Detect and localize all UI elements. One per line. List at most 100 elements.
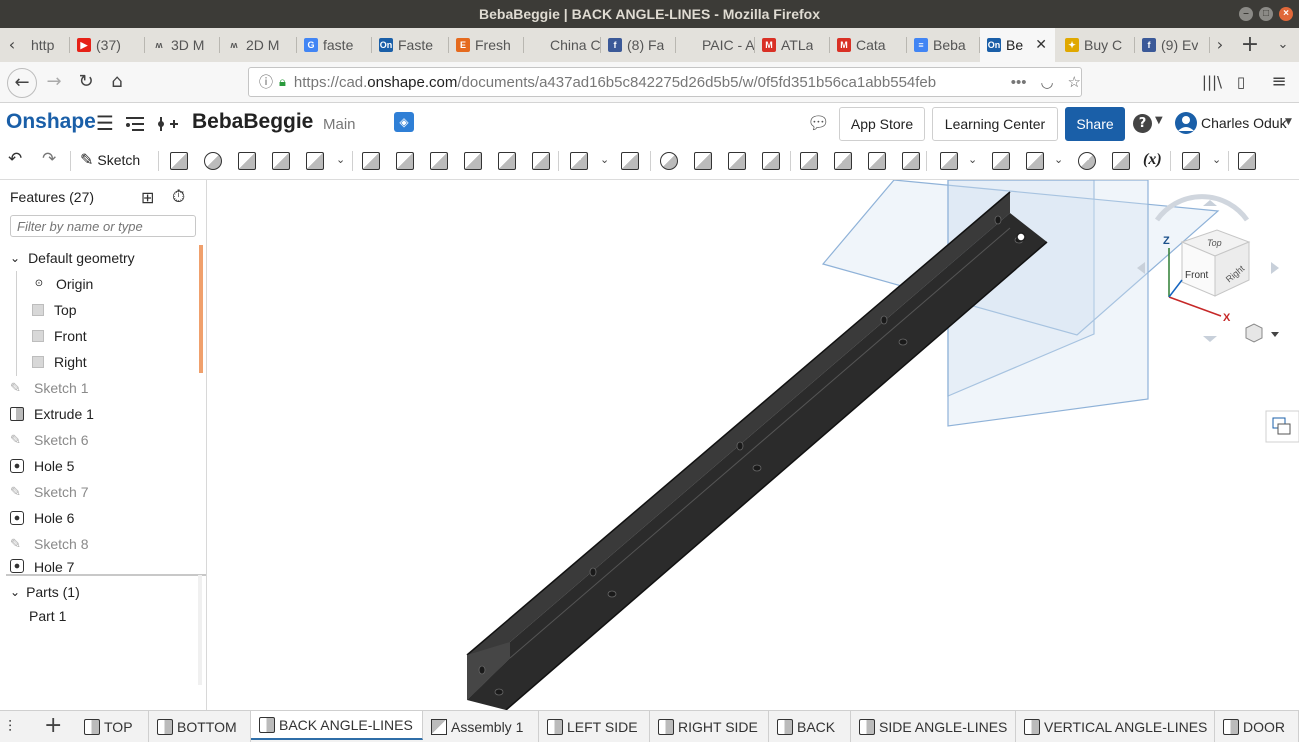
browser-tab[interactable]: PAIC - Au <box>676 28 755 62</box>
add-folder-icon[interactable]: ⊞ <box>141 188 154 207</box>
branch-name[interactable]: Main <box>323 116 356 133</box>
element-tab-back-angle-lines[interactable]: BACK ANGLE-LINES <box>251 711 423 740</box>
configuration-icon[interactable] <box>1182 152 1200 170</box>
element-tab-top[interactable]: TOP <box>76 711 149 742</box>
fillet-icon[interactable] <box>362 152 380 170</box>
element-tab-side-angle-lines[interactable]: SIDE ANGLE-LINES <box>851 711 1016 742</box>
feature-item-sketch-8[interactable]: ✎ Sketch 8 <box>0 531 210 557</box>
minimize-icon[interactable]: – <box>1239 7 1253 21</box>
help-chevron-icon[interactable]: ▼ <box>1155 115 1163 126</box>
tabs-scroll-right-icon[interactable]: › <box>1208 32 1232 58</box>
browser-tab[interactable]: f (9) Ev <box>1135 28 1210 62</box>
part-item[interactable]: Part 1 <box>0 603 229 629</box>
feature-item-hole-7[interactable]: Hole 7 <box>0 557 210 575</box>
tab-manager-icon[interactable]: ⫶ <box>8 717 12 737</box>
add-element-icon[interactable]: + <box>44 713 62 738</box>
user-chevron-icon[interactable]: ▼ <box>1285 117 1292 127</box>
learning-icon[interactable]: ◈ <box>394 112 414 132</box>
element-tab-left-side[interactable]: LEFT SIDE <box>539 711 650 742</box>
rotate-right-icon[interactable] <box>1271 262 1279 274</box>
right-plane[interactable] <box>947 180 1149 427</box>
boolean-icon[interactable] <box>660 152 678 170</box>
revolve-icon[interactable] <box>204 152 222 170</box>
browser-tab[interactable]: M ATLa <box>755 28 830 62</box>
move-face-icon[interactable] <box>868 152 886 170</box>
feature-item-hole-5[interactable]: Hole 5 <box>0 453 210 479</box>
tabs-scroll-left-icon[interactable]: ‹ <box>0 32 24 58</box>
thicken-icon[interactable] <box>306 152 324 170</box>
feature-item-hole-6[interactable]: Hole 6 <box>0 505 210 531</box>
browser-tab[interactable]: On Faste <box>372 28 449 62</box>
transform-icon[interactable] <box>728 152 746 170</box>
onshape-logo[interactable]: Onshape <box>6 110 96 134</box>
browser-tab[interactable]: Gfaste <box>297 28 372 62</box>
library-icon[interactable]: |||\ <box>1199 69 1225 95</box>
rib-icon[interactable] <box>464 152 482 170</box>
share-button[interactable]: Share <box>1065 107 1125 141</box>
browser-tab[interactable]: E Fresh <box>449 28 524 62</box>
sketch-button[interactable]: ✎ Sketch <box>80 150 140 169</box>
forward-icon[interactable]: → <box>41 69 67 95</box>
rotate-up-icon[interactable] <box>1203 200 1217 206</box>
browser-tab[interactable]: ʍ 3D M <box>145 28 220 62</box>
browser-tab[interactable]: f (8) Fa <box>601 28 676 62</box>
mate-connector-icon[interactable] <box>1112 152 1130 170</box>
view-options-chevron-icon[interactable] <box>1271 332 1279 337</box>
variable-icon[interactable]: (x) <box>1143 151 1162 169</box>
help-icon[interactable]: ? <box>1133 114 1152 133</box>
close-tab-icon[interactable]: ✕ <box>1035 36 1047 53</box>
back-icon[interactable]: ← <box>7 68 37 98</box>
element-tab-vertical-angle-lines[interactable]: VERTICAL ANGLE-LINES <box>1016 711 1215 742</box>
browser-tab[interactable]: ʍ 2D M <box>220 28 297 62</box>
browser-tab[interactable]: http <box>24 28 70 62</box>
browser-tab[interactable]: On Be ✕ <box>980 28 1055 62</box>
add-custom-feature-icon[interactable] <box>1238 152 1256 170</box>
view-options-cube-icon[interactable] <box>1245 323 1263 343</box>
browser-tab[interactable]: ≡ Beba <box>907 28 980 62</box>
comments-icon[interactable]: 💬︎ <box>807 113 830 134</box>
learning-center-button[interactable]: Learning Center <box>932 107 1058 141</box>
graphics-viewport[interactable]: Top Front Right Z X <box>207 180 1299 710</box>
pattern-chevron-icon[interactable]: ⌄ <box>600 153 609 166</box>
chamfer-icon[interactable] <box>396 152 414 170</box>
angle-line-part[interactable] <box>466 191 1048 710</box>
element-tab-bottom[interactable]: BOTTOM <box>149 711 251 742</box>
feature-item-extrude-1[interactable]: Extrude 1 <box>0 401 210 427</box>
geometry-item-origin[interactable]: ⊙ Origin <box>0 271 232 297</box>
url-bar[interactable]: ⓘ 🔒︎ https://cad.onshape.com/documents/a… <box>248 67 1082 97</box>
hole-icon[interactable] <box>532 152 550 170</box>
filter-input[interactable] <box>10 215 196 237</box>
new-tab-icon[interactable]: + <box>1237 32 1263 58</box>
redo-icon[interactable]: ↷ <box>42 149 56 169</box>
browser-tab[interactable]: ✦ Buy C <box>1058 28 1135 62</box>
geometry-item-right[interactable]: Right <box>0 349 232 375</box>
insert-icon[interactable] <box>156 115 178 133</box>
helix-chevron-icon[interactable]: ⌄ <box>1054 153 1063 166</box>
bookmark-star-icon[interactable]: ☆ <box>1068 73 1081 91</box>
origin-point[interactable] <box>1016 232 1026 242</box>
reload-icon[interactable]: ↻ <box>73 69 99 95</box>
chevron-down-icon[interactable]: ⌄ <box>10 585 20 599</box>
browser-tab[interactable]: China Co <box>524 28 601 62</box>
default-geometry-row[interactable]: ⌄ Default geometry <box>0 245 200 271</box>
sweep-icon[interactable] <box>238 152 256 170</box>
pocket-icon[interactable]: ◡ <box>1040 73 1053 91</box>
browser-tab[interactable]: ▶ (37) <box>70 28 145 62</box>
close-window-icon[interactable]: × <box>1279 7 1293 21</box>
extrude-icon[interactable] <box>170 152 188 170</box>
helix-icon[interactable] <box>1026 152 1044 170</box>
feature-item-sketch-6[interactable]: ✎ Sketch 6 <box>0 427 210 453</box>
sheet-metal-icon[interactable] <box>800 152 818 170</box>
split-icon[interactable] <box>694 152 712 170</box>
info-icon[interactable]: ⓘ <box>259 72 273 92</box>
chevron-down-icon[interactable]: ⌄ <box>10 251 20 265</box>
loft-icon[interactable] <box>272 152 290 170</box>
linear-pattern-icon[interactable] <box>570 152 588 170</box>
more-tools-chevron-icon[interactable]: ⌄ <box>336 153 345 166</box>
surface-icon[interactable] <box>992 152 1010 170</box>
menu-icon[interactable]: ≡ <box>1266 69 1292 95</box>
parts-header-row[interactable]: ⌄ Parts (1) <box>0 579 200 605</box>
undo-icon[interactable]: ↶ <box>8 149 22 169</box>
app-store-button[interactable]: App Store <box>839 107 925 141</box>
measure-icon[interactable] <box>1078 152 1096 170</box>
